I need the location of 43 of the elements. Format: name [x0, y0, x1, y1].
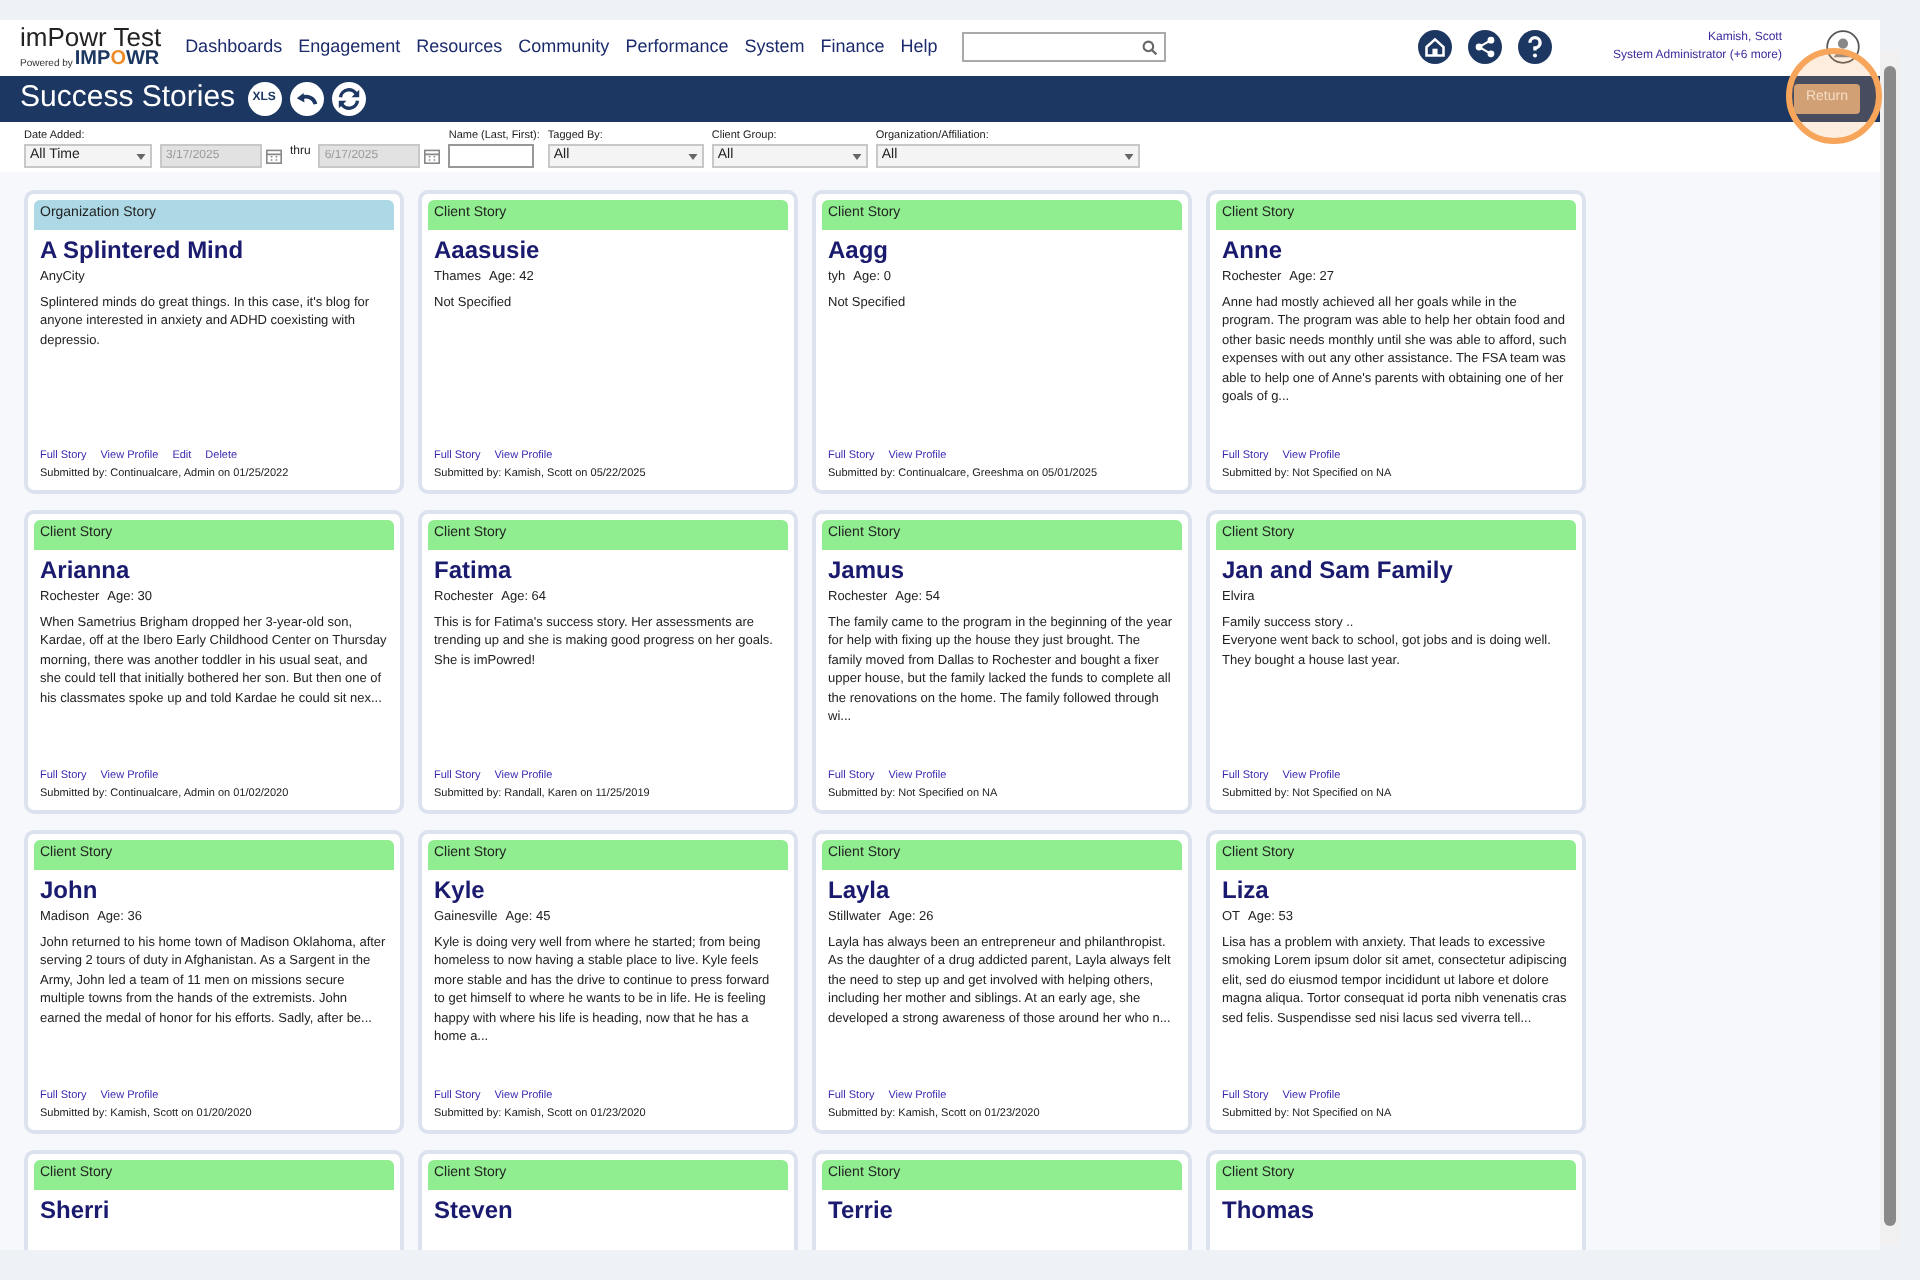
dropdown-caret-icon	[851, 153, 862, 159]
story-name-link[interactable]: Thomas	[1222, 1196, 1570, 1226]
home-icon[interactable]	[1418, 30, 1453, 65]
page-title: Success Stories	[20, 78, 236, 119]
brand-logo: IMPOWR	[74, 50, 160, 71]
nav-link[interactable]: Finance	[820, 34, 885, 62]
app-title: imPowr Test	[20, 24, 162, 51]
story-name-link[interactable]: Layla	[828, 876, 1176, 906]
story-name-link[interactable]: Steven	[434, 1196, 782, 1226]
story-name-link[interactable]: Liza	[1222, 876, 1570, 906]
story-name-link[interactable]: Jan and Sam Family	[1222, 556, 1570, 586]
dropdown-caret-icon	[136, 153, 146, 159]
share-icon[interactable]	[1468, 30, 1503, 65]
avatar-icon[interactable]	[1826, 30, 1860, 65]
story-name-link[interactable]: Kyle	[434, 876, 782, 906]
story-name-link[interactable]: John	[40, 876, 388, 906]
calendar-icon[interactable]	[266, 148, 282, 164]
nav-link[interactable]: Engagement	[298, 34, 401, 62]
nav-link[interactable]: Help	[900, 34, 938, 62]
story-name-link[interactable]: Fatima	[434, 556, 782, 586]
story-name-link[interactable]: Anne	[1222, 236, 1570, 266]
story-name-link[interactable]: Jamus	[828, 556, 1176, 586]
story-name-link[interactable]: A Splintered Mind	[40, 236, 388, 266]
dropdown-caret-icon	[1123, 153, 1134, 159]
nav-link[interactable]: Performance	[625, 34, 729, 62]
nav-link[interactable]: Resources	[416, 34, 503, 62]
help-icon[interactable]	[1518, 30, 1553, 65]
undo-icon[interactable]	[289, 81, 324, 116]
story-name-link[interactable]: Terrie	[828, 1196, 1176, 1226]
refresh-icon[interactable]	[331, 81, 366, 116]
nav-link[interactable]: Community	[518, 34, 610, 62]
story-name-link[interactable]: Arianna	[40, 556, 388, 586]
nav-link[interactable]: Dashboards	[185, 34, 283, 62]
name-input[interactable]	[448, 144, 535, 168]
dropdown-caret-icon	[687, 153, 698, 159]
calendar-icon[interactable]	[424, 148, 441, 164]
nav-link[interactable]: System	[744, 34, 805, 62]
story-name-link[interactable]: Aagg	[828, 236, 1176, 266]
story-name-link[interactable]: Aaasusie	[434, 236, 782, 266]
story-name-link[interactable]: Sherri	[40, 1196, 388, 1226]
search-icon[interactable]	[1141, 39, 1158, 56]
scrollbar[interactable]	[1880, 50, 1900, 1246]
search-field[interactable]	[961, 32, 1166, 63]
